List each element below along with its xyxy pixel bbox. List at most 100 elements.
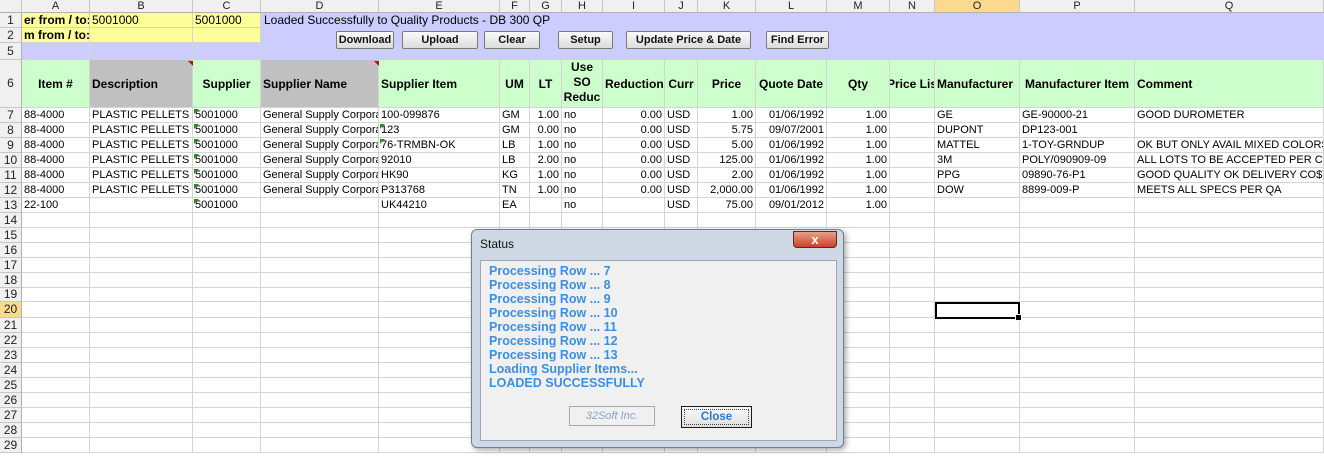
cell-N19[interactable]	[890, 288, 935, 302]
column-header-F[interactable]: F	[500, 0, 530, 13]
cell-N25[interactable]	[890, 378, 935, 393]
cell-C20[interactable]	[193, 302, 261, 318]
cell-D21[interactable]	[261, 318, 379, 333]
row-header-21[interactable]: 21	[0, 318, 22, 333]
cell-D11[interactable]: General Supply Corpora	[261, 168, 379, 183]
upload-button[interactable]: Upload	[402, 31, 478, 49]
cell-B26[interactable]	[90, 393, 193, 408]
cell-O27[interactable]	[935, 408, 1020, 423]
cell-F9[interactable]: LB	[500, 138, 530, 153]
cell-B22[interactable]	[90, 333, 193, 348]
cell-P21[interactable]	[1020, 318, 1135, 333]
cell-N11[interactable]	[890, 168, 935, 183]
row-header-5[interactable]: 5	[0, 43, 22, 60]
row-header-19[interactable]: 19	[0, 288, 22, 302]
cell-C12[interactable]: 5001000	[193, 183, 261, 198]
cell-I11[interactable]: 0.00	[603, 168, 665, 183]
cell-C22[interactable]	[193, 333, 261, 348]
cell-B15[interactable]	[90, 228, 193, 243]
cell-D20[interactable]	[261, 302, 379, 318]
cell-L12[interactable]: 01/06/1992	[756, 183, 827, 198]
cell-B19[interactable]	[90, 288, 193, 302]
cell-B21[interactable]	[90, 318, 193, 333]
row-header-22[interactable]: 22	[0, 333, 22, 348]
cell-G13[interactable]	[530, 198, 562, 213]
cell-M13[interactable]: 1.00	[827, 198, 890, 213]
cell-Q23[interactable]	[1135, 348, 1324, 363]
cell-N9[interactable]	[890, 138, 935, 153]
cell-Q7[interactable]: GOOD DUROMETER	[1135, 108, 1324, 123]
cell-F12[interactable]: TN	[500, 183, 530, 198]
cell-B11[interactable]: PLASTIC PELLETS M	[90, 168, 193, 183]
cell-B25[interactable]	[90, 378, 193, 393]
column-header-M[interactable]: M	[827, 0, 890, 13]
cell-K11[interactable]: 2.00	[698, 168, 756, 183]
cell-N16[interactable]	[890, 243, 935, 258]
cell-N17[interactable]	[890, 258, 935, 273]
cell-K14[interactable]	[698, 213, 756, 228]
cell-K9[interactable]: 5.00	[698, 138, 756, 153]
cell-N15[interactable]	[890, 228, 935, 243]
column-header-C[interactable]: C	[193, 0, 261, 13]
cell-E7[interactable]: 100-099876	[379, 108, 500, 123]
cell-Q11[interactable]: GOOD QUALITY OK DELIVERY CO$T	[1135, 168, 1324, 183]
cell-C24[interactable]	[193, 363, 261, 378]
cell-O28[interactable]	[935, 423, 1020, 438]
cell-N27[interactable]	[890, 408, 935, 423]
cell-G7[interactable]: 1.00	[530, 108, 562, 123]
cell-F10[interactable]: LB	[500, 153, 530, 168]
cell-O8[interactable]: DUPONT	[935, 123, 1020, 138]
cell-O13[interactable]	[935, 198, 1020, 213]
column-header-N[interactable]: N	[890, 0, 935, 13]
cell-Q24[interactable]	[1135, 363, 1324, 378]
cell-O23[interactable]	[935, 348, 1020, 363]
cell-A21[interactable]	[22, 318, 90, 333]
cell-O14[interactable]	[935, 213, 1020, 228]
cell-P26[interactable]	[1020, 393, 1135, 408]
cell-C16[interactable]	[193, 243, 261, 258]
cell-K8[interactable]: 5.75	[698, 123, 756, 138]
cell-J9[interactable]: USD	[665, 138, 698, 153]
cell-D17[interactable]	[261, 258, 379, 273]
cell-D29[interactable]	[261, 438, 379, 453]
cell-C27[interactable]	[193, 408, 261, 423]
cell-G12[interactable]: 1.00	[530, 183, 562, 198]
cell-A12[interactable]: 88-4000	[22, 183, 90, 198]
cell-O10[interactable]: 3M	[935, 153, 1020, 168]
column-header-A[interactable]: A	[22, 0, 90, 13]
cell-N8[interactable]	[890, 123, 935, 138]
cell-N18[interactable]	[890, 273, 935, 288]
cell-P27[interactable]	[1020, 408, 1135, 423]
cell-D26[interactable]	[261, 393, 379, 408]
row-header-7[interactable]: 7	[0, 108, 22, 123]
cell-L10[interactable]: 01/06/1992	[756, 153, 827, 168]
cell-M14[interactable]	[827, 213, 890, 228]
cell-O15[interactable]	[935, 228, 1020, 243]
cell-N20[interactable]	[890, 302, 935, 318]
cell-O17[interactable]	[935, 258, 1020, 273]
cell-N7[interactable]	[890, 108, 935, 123]
cell-B23[interactable]	[90, 348, 193, 363]
cell-Q19[interactable]	[1135, 288, 1324, 302]
cell-E8[interactable]: 123	[379, 123, 500, 138]
cell-N24[interactable]	[890, 363, 935, 378]
row-header-6[interactable]: 6	[0, 60, 22, 108]
cell-Q29[interactable]	[1135, 438, 1324, 453]
cell-C7[interactable]: 5001000	[193, 108, 261, 123]
cell-A14[interactable]	[22, 213, 90, 228]
cell-L8[interactable]: 09/07/2001	[756, 123, 827, 138]
cell-Q14[interactable]	[1135, 213, 1324, 228]
cell-Q12[interactable]: MEETS ALL SPECS PER QA	[1135, 183, 1324, 198]
cell-B8[interactable]: PLASTIC PELLETS M	[90, 123, 193, 138]
cell-E11[interactable]: HK90	[379, 168, 500, 183]
column-header-G[interactable]: G	[530, 0, 562, 13]
cell-A7[interactable]: 88-4000	[22, 108, 90, 123]
cell-Q16[interactable]	[1135, 243, 1324, 258]
cell-A23[interactable]	[22, 348, 90, 363]
cell-I13[interactable]	[603, 198, 665, 213]
cell-A18[interactable]	[22, 273, 90, 288]
row-header-25[interactable]: 25	[0, 378, 22, 393]
filter-to-input-2[interactable]	[193, 28, 261, 43]
cell-D9[interactable]: General Supply Corpora	[261, 138, 379, 153]
row-header-2[interactable]: 2	[0, 28, 22, 43]
